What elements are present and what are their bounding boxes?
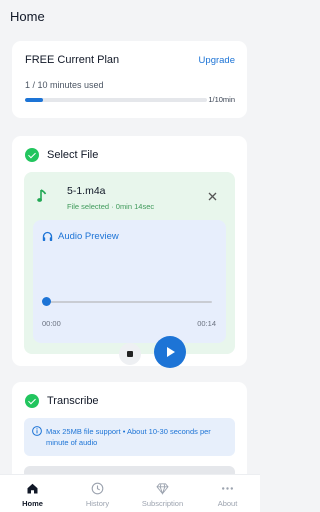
file-status: File selected · 0min 14sec <box>67 202 155 211</box>
selected-file-box: 5-1.m4a File selected · 0min 14sec Audio… <box>24 172 235 368</box>
info-box: Max 25MB file support • About 10-30 seco… <box>24 418 235 456</box>
clock-icon <box>91 482 104 495</box>
select-file-card: Select File 5-1.m4a File selected · 0min… <box>12 136 247 368</box>
audio-preview-title: Audio Preview <box>58 231 119 242</box>
upgrade-link[interactable]: Upgrade <box>199 55 235 66</box>
nav-label: Subscription <box>141 499 184 508</box>
file-name: 5-1.m4a <box>67 185 106 197</box>
check-circle-icon <box>25 148 39 162</box>
seek-handle[interactable] <box>42 297 51 306</box>
check-circle-icon <box>25 394 39 408</box>
minutes-used-text: 1 / 10 minutes used <box>25 80 104 90</box>
more-icon <box>222 487 233 490</box>
select-file-title: Select File <box>47 149 99 161</box>
plan-card: FREE Current Plan Upgrade 1 / 10 minutes… <box>12 41 247 118</box>
nav-item-about[interactable]: About <box>195 475 260 512</box>
diamond-icon <box>156 483 169 495</box>
play-button[interactable] <box>154 336 186 368</box>
nav-label: Home <box>22 499 43 508</box>
stop-button[interactable] <box>119 343 141 365</box>
nav-item-history[interactable]: History <box>65 475 130 512</box>
headphones-icon <box>42 231 53 241</box>
nav-label: About <box>217 499 238 508</box>
music-note-icon <box>37 189 47 202</box>
bottom-nav: Home History Subscription About <box>0 474 260 512</box>
close-icon[interactable] <box>208 192 217 201</box>
nav-item-home[interactable]: Home <box>0 475 65 512</box>
home-icon <box>27 483 38 494</box>
usage-label: 1/10min <box>208 95 235 104</box>
seek-bar[interactable] <box>47 301 212 303</box>
transcribe-title: Transcribe <box>47 395 99 407</box>
time-end: 00:14 <box>197 319 216 328</box>
plan-name: FREE Current Plan <box>25 54 120 66</box>
audio-preview-box: Audio Preview 00:00 00:14 <box>33 220 226 368</box>
nav-label: History <box>85 499 110 508</box>
usage-progress-fill <box>25 98 44 102</box>
page-title: Home <box>10 9 45 24</box>
time-start: 00:00 <box>42 319 61 328</box>
info-icon <box>32 426 42 436</box>
nav-item-subscription[interactable]: Subscription <box>130 475 195 512</box>
info-text: Max 25MB file support • About 10-30 seco… <box>46 427 211 447</box>
usage-progress-bar <box>25 98 207 102</box>
